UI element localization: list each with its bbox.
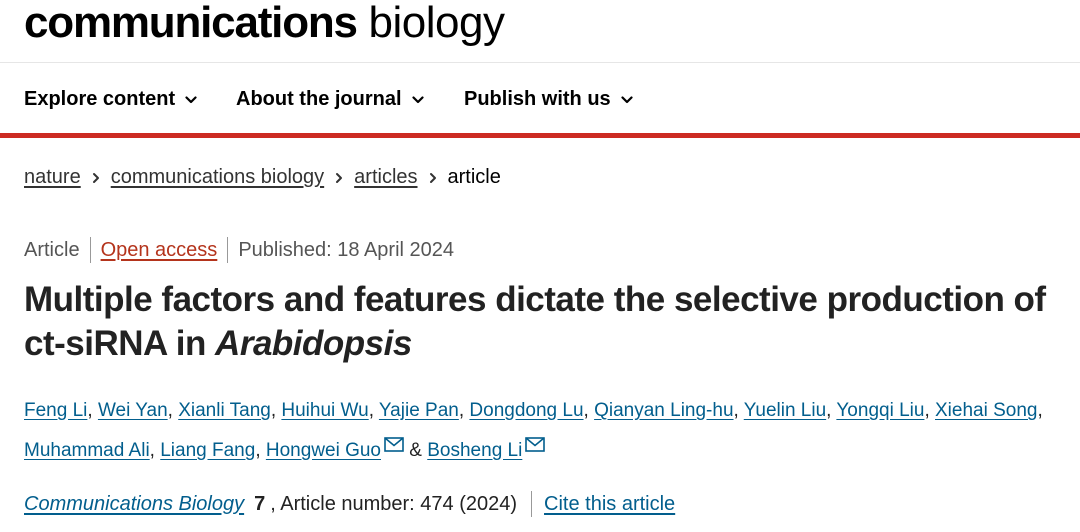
author-link[interactable]: Yajie Pan <box>379 400 459 421</box>
breadcrumb-current: article <box>447 166 501 188</box>
chevron-right-icon <box>336 172 343 183</box>
volume-number: 7 <box>254 492 266 515</box>
mail-icon[interactable] <box>525 437 546 452</box>
author-link[interactable]: Xianli Tang <box>178 400 271 421</box>
article-type: Article <box>24 238 80 261</box>
published-date: Published: 18 April 2024 <box>238 238 455 261</box>
journal-logo[interactable]: communications biology <box>24 0 505 48</box>
author-link[interactable]: Xiehai Song <box>935 400 1037 421</box>
breadcrumb-communications-biology[interactable]: communications biology <box>111 166 324 189</box>
nav-item-label: Explore content <box>24 88 176 110</box>
breadcrumb: nature communications biology articles a… <box>24 166 501 189</box>
author-list: Feng Li, Wei Yan, Xianli Tang, Huihui Wu… <box>24 400 1043 461</box>
nav-publish-with-us[interactable]: Publish with us <box>464 88 633 111</box>
author-link[interactable]: Dongdong Lu <box>469 400 583 421</box>
nav-explore-content[interactable]: Explore content <box>24 88 197 111</box>
chevron-right-icon <box>429 172 436 183</box>
author-link[interactable]: Yongqi Liu <box>836 400 924 421</box>
cite-divider <box>531 491 533 517</box>
author-link[interactable]: Muhammad Ali <box>24 440 150 461</box>
logo-light-text: biology <box>356 0 505 47</box>
author-link[interactable]: Huihui Wu <box>281 400 368 421</box>
nav-about-journal[interactable]: About the journal <box>236 88 424 111</box>
site-header: communications biology <box>0 0 1080 63</box>
nav-item-label: About the journal <box>236 88 402 110</box>
journal-link[interactable]: Communications Biology <box>24 493 244 516</box>
article-meta: Article Open access Published: 18 April … <box>24 237 454 263</box>
author-joiner: & <box>409 440 422 461</box>
article-title: Multiple factors and features dictate th… <box>24 278 1064 366</box>
main-nav: Explore content About the journal Publis… <box>0 63 1080 138</box>
breadcrumb-articles[interactable]: articles <box>354 166 417 189</box>
meta-divider <box>89 237 91 263</box>
chevron-down-icon <box>185 95 197 103</box>
author-link[interactable]: Bosheng Li <box>427 440 522 461</box>
author-link[interactable]: Liang Fang <box>160 440 255 461</box>
nav-item-label: Publish with us <box>464 88 611 110</box>
citation-line: Communications Biology 7 , Article numbe… <box>24 491 675 517</box>
title-italic-text: Arabidopsis <box>215 324 412 363</box>
author-link[interactable]: Qianyan Ling-hu <box>594 400 733 421</box>
title-text: Multiple factors and features dictate th… <box>24 280 1046 363</box>
author-link[interactable]: Yuelin Liu <box>744 400 826 421</box>
author-link[interactable]: Feng Li <box>24 400 87 421</box>
mail-icon[interactable] <box>384 437 404 452</box>
chevron-down-icon <box>621 95 633 103</box>
cite-this-article-link[interactable]: Cite this article <box>544 493 675 516</box>
chevron-down-icon <box>411 95 424 103</box>
logo-bold-text: communications <box>24 0 358 47</box>
article-number: , Article number: 474 (2024) <box>270 492 518 515</box>
chevron-right-icon <box>92 172 99 183</box>
open-access-link[interactable]: Open access <box>101 239 218 262</box>
author-link[interactable]: Hongwei Guo <box>266 440 381 461</box>
author-link[interactable]: Wei Yan <box>98 400 168 421</box>
breadcrumb-nature[interactable]: nature <box>24 166 81 189</box>
meta-divider <box>227 237 229 263</box>
